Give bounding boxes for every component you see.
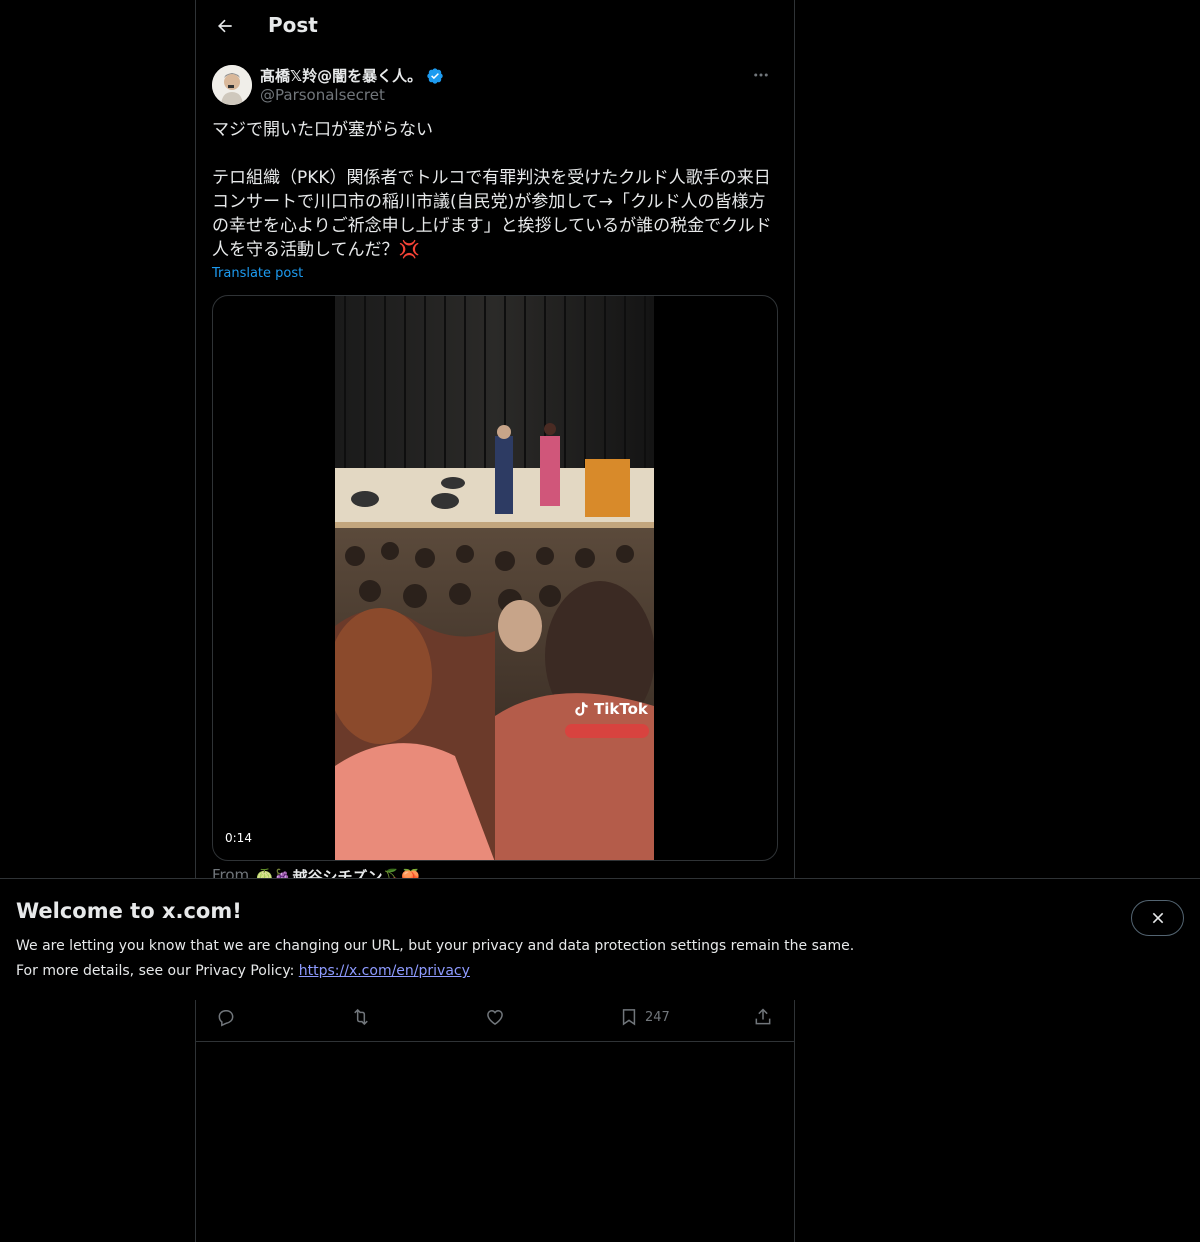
back-arrow-icon bbox=[218, 19, 232, 33]
heart-icon bbox=[487, 1009, 503, 1025]
banner-close-button[interactable] bbox=[1131, 900, 1184, 936]
banner-body: We are letting you know that we are chan… bbox=[16, 934, 854, 984]
post-actions: 247 bbox=[196, 1000, 794, 1042]
share-button[interactable] bbox=[753, 1006, 773, 1028]
privacy-policy-link[interactable]: https://x.com/en/privacy bbox=[299, 963, 470, 979]
banner-line-2-prefix: For more details, see our Privacy Policy… bbox=[16, 963, 299, 979]
video-duration: 0:14 bbox=[221, 830, 256, 846]
video-frame: TikTok bbox=[335, 296, 654, 860]
share-icon bbox=[755, 1008, 771, 1025]
repost-icon bbox=[354, 1008, 368, 1026]
video-player[interactable]: TikTok 0:14 bbox=[212, 295, 778, 861]
close-icon bbox=[1152, 912, 1163, 924]
tiktok-logo-icon bbox=[575, 702, 588, 716]
url-change-banner: Welcome to x.com! We are letting you kno… bbox=[0, 878, 1200, 1000]
author-handle[interactable]: @Parsonalsecret bbox=[260, 86, 385, 104]
reply-icon bbox=[218, 1010, 234, 1027]
more-options-button[interactable] bbox=[744, 64, 778, 86]
back-button[interactable] bbox=[208, 9, 242, 43]
banner-title: Welcome to x.com! bbox=[16, 899, 242, 923]
post-text: マジで開いた口が塞がらない テロ組織（PKK）関係者でトルコで有罪判決を受けたク… bbox=[212, 120, 772, 260]
video-still-image bbox=[335, 296, 654, 860]
author-display-name[interactable]: 髙橋𝕏羚@闇を暴く人。 bbox=[260, 65, 444, 86]
bookmark-button[interactable]: 247 bbox=[619, 1006, 670, 1028]
page-header: Post bbox=[196, 0, 794, 53]
primary-column: Post 髙橋𝕏羚@闇を暴く人。 @Parsonalsecret マジで開いた口… bbox=[195, 0, 795, 1242]
avatar-image bbox=[212, 65, 252, 105]
banner-line-2: For more details, see our Privacy Policy… bbox=[16, 959, 854, 984]
verified-badge-icon bbox=[427, 67, 443, 84]
reply-button[interactable] bbox=[216, 1006, 236, 1028]
page-title: Post bbox=[268, 13, 318, 37]
tiktok-watermark: TikTok bbox=[573, 700, 648, 718]
banner-line-1: We are letting you know that we are chan… bbox=[16, 938, 855, 954]
more-icon bbox=[754, 73, 768, 77]
display-name-text: 髙橋𝕏羚@闇を暴く人。 bbox=[260, 67, 423, 85]
avatar[interactable] bbox=[212, 65, 252, 105]
tiktok-label: TikTok bbox=[594, 700, 648, 718]
bookmark-icon bbox=[622, 1009, 636, 1026]
like-button[interactable] bbox=[485, 1006, 505, 1028]
translate-post-link[interactable]: Translate post bbox=[212, 266, 303, 281]
post-author: 髙橋𝕏羚@闇を暴く人。 @Parsonalsecret bbox=[212, 64, 778, 108]
bookmark-count: 247 bbox=[645, 1009, 670, 1025]
repost-button[interactable] bbox=[351, 1006, 371, 1028]
